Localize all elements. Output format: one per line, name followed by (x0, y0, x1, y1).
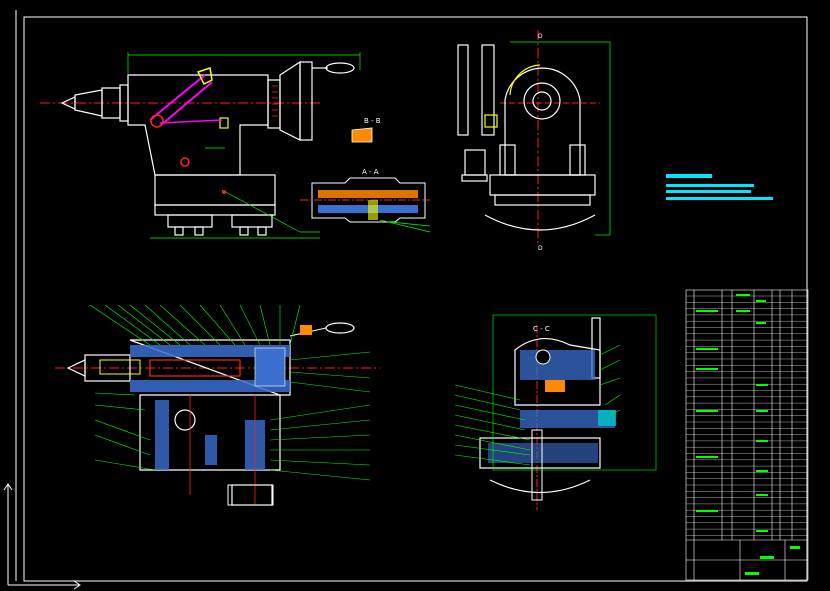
label-section-a-a: A - A (362, 168, 379, 176)
parts-list-rows (686, 295, 808, 536)
cad-drawing-canvas: D D (3, 10, 809, 590)
view-arrow-d-bottom: D (538, 245, 543, 252)
label-section-b-b: B - B (364, 117, 381, 125)
note-line-2 (666, 184, 754, 187)
note-line-3 (666, 190, 751, 193)
longitudinal-section (55, 304, 380, 506)
section-c-c (454, 314, 657, 510)
section-b-b (351, 127, 373, 143)
note-line-1 (666, 174, 712, 178)
section-a-a (300, 177, 431, 233)
ucs-icon (3, 483, 81, 590)
side-view (457, 30, 611, 245)
note-line-4 (666, 197, 773, 200)
label-section-c-c: C - C (533, 325, 550, 333)
view-arrow-d-top: D (538, 33, 543, 40)
sheet-frame (15, 10, 808, 582)
parts-list (685, 289, 809, 581)
